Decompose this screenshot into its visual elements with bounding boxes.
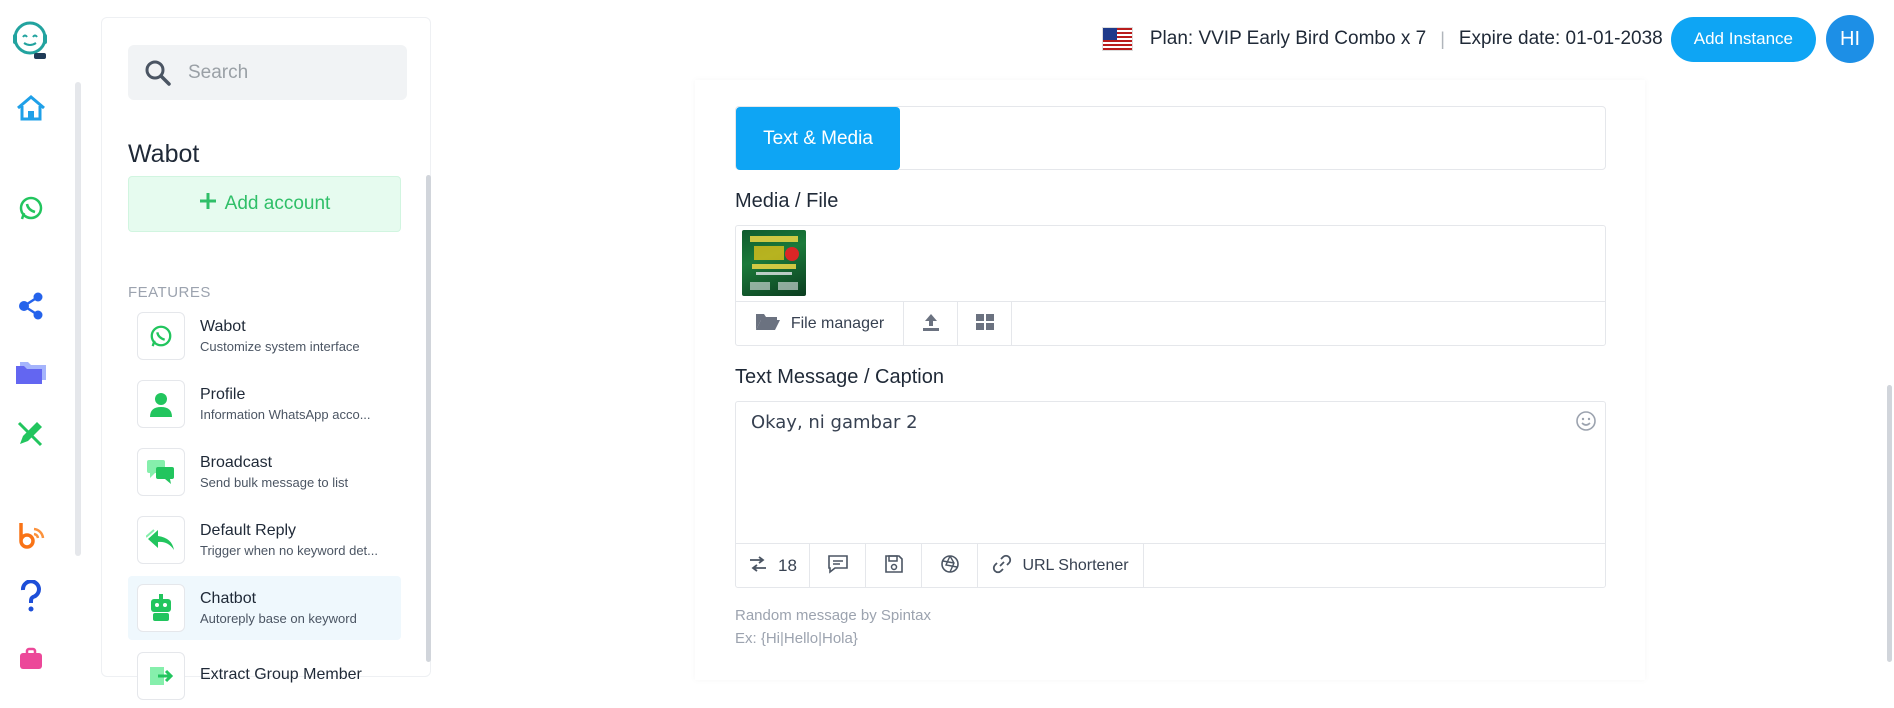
sidebar-title: Wabot (128, 140, 200, 168)
message-textarea[interactable]: Okay, ni gambar 2 (736, 402, 1605, 541)
plus-icon (199, 192, 217, 216)
save-button[interactable] (866, 544, 922, 588)
ai-button[interactable] (922, 544, 978, 588)
message-toolbar: 18 URL Shortener (736, 543, 1605, 588)
user-icon (137, 380, 185, 428)
feature-title: Broadcast (200, 454, 273, 471)
feature-desc: Customize system interface (200, 339, 360, 354)
spintax-hint-example: Ex: {Hi|Hello|Hola} (735, 630, 858, 647)
whatsapp-icon (137, 312, 185, 360)
search-input[interactable] (188, 61, 388, 84)
add-account-label: Add account (224, 193, 331, 214)
feature-item-extract-group-member[interactable]: Extract Group Member (128, 644, 401, 708)
feature-item-wabot[interactable]: Wabot Customize system interface (128, 304, 401, 368)
url-shortener-button[interactable]: URL Shortener (978, 544, 1144, 588)
feature-title: Chatbot (200, 590, 257, 607)
expire-date-text: Expire date: 01-01-2038 (1458, 28, 1663, 49)
comment-button[interactable] (810, 544, 866, 588)
tools-icon[interactable] (13, 640, 49, 676)
feature-title: Default Reply (200, 522, 297, 539)
feature-item-default-reply[interactable]: Default Reply Trigger when no keyword de… (128, 508, 401, 572)
media-file-label: Media / File (735, 190, 839, 212)
pencil-icon[interactable] (13, 415, 49, 451)
content-tabs: Text & Media (735, 106, 1606, 170)
emoji-icon[interactable] (1575, 410, 1597, 437)
header-separator: | (1440, 28, 1445, 49)
bot-icon (137, 584, 185, 632)
plan-text: Plan: VVIP Early Bird Combo x 7 (1149, 28, 1427, 49)
feature-desc: Information WhatsApp acco... (200, 407, 371, 422)
us-flag-icon (1101, 27, 1133, 51)
upload-icon (921, 312, 941, 337)
file-manager-label: File manager (790, 315, 885, 332)
features-heading: FEATURES (128, 284, 211, 301)
media-file-box: File manager (735, 225, 1606, 346)
feature-desc: Autoreply base on keyword (200, 611, 357, 626)
comment-icon (827, 554, 849, 579)
grid-icon (975, 313, 995, 336)
icon-rail (0, 0, 62, 669)
file-manager-button[interactable]: File manager (736, 302, 904, 346)
upload-button[interactable] (904, 302, 958, 346)
add-instance-button[interactable]: Add Instance (1670, 16, 1816, 62)
search-box[interactable] (128, 45, 407, 100)
folder-icon[interactable] (13, 352, 49, 388)
feature-item-profile[interactable]: Profile Information WhatsApp acco... (128, 372, 401, 436)
spintax-hint-title: Random message by Spintax (735, 607, 931, 624)
media-toolbar: File manager (736, 301, 1605, 346)
add-account-button[interactable]: Add account (128, 176, 401, 232)
home-icon[interactable] (13, 90, 49, 126)
whatsapp-icon[interactable] (13, 190, 49, 226)
feature-item-broadcast[interactable]: Broadcast Send bulk message to list (128, 440, 401, 504)
sidebar-scrollbar[interactable] (426, 175, 431, 662)
tab-text-media[interactable]: Text & Media (736, 107, 900, 170)
feature-item-chatbot[interactable]: Chatbot Autoreply base on keyword (128, 576, 401, 640)
spintax-button[interactable]: 18 (736, 544, 810, 588)
export-icon (137, 652, 185, 700)
feature-title: Profile (200, 386, 246, 403)
main-scrollbar[interactable] (1887, 385, 1892, 662)
message-box: Okay, ni gambar 2 18 URL Shortener (735, 401, 1606, 588)
header-bar: Plan: VVIP Early Bird Combo x 7 | Expire… (1101, 15, 1874, 63)
spintax-count: 18 (778, 556, 797, 575)
save-icon (884, 554, 904, 579)
sidebar-panel: Wabot Add account FEATURES Wabot Customi… (101, 17, 431, 700)
folder-open-icon (755, 312, 781, 337)
link-icon (992, 554, 1012, 579)
reply-icon (137, 516, 185, 564)
message-editor-card: Text & Media Media / File File manager T… (695, 80, 1645, 680)
media-thumbnail[interactable] (742, 230, 806, 296)
help-icon[interactable] (13, 578, 49, 614)
share-icon[interactable] (13, 288, 49, 324)
gallery-button[interactable] (958, 302, 1012, 346)
shuffle-icon (748, 555, 768, 578)
feature-title: Extract Group Member (200, 665, 362, 683)
url-shortener-label: URL Shortener (1022, 557, 1129, 574)
feature-desc: Send bulk message to list (200, 475, 349, 490)
chat-bubbles-icon (137, 448, 185, 496)
feature-title: Wabot (200, 318, 246, 335)
blogger-icon[interactable] (13, 516, 49, 552)
avatar[interactable]: HI (1826, 15, 1874, 63)
openai-icon (939, 553, 961, 580)
feature-desc: Trigger when no keyword det... (200, 543, 378, 558)
search-icon (128, 59, 188, 87)
robot-logo-icon[interactable] (10, 18, 50, 62)
rail-scrollbar[interactable] (75, 82, 81, 556)
text-message-label: Text Message / Caption (735, 366, 944, 388)
